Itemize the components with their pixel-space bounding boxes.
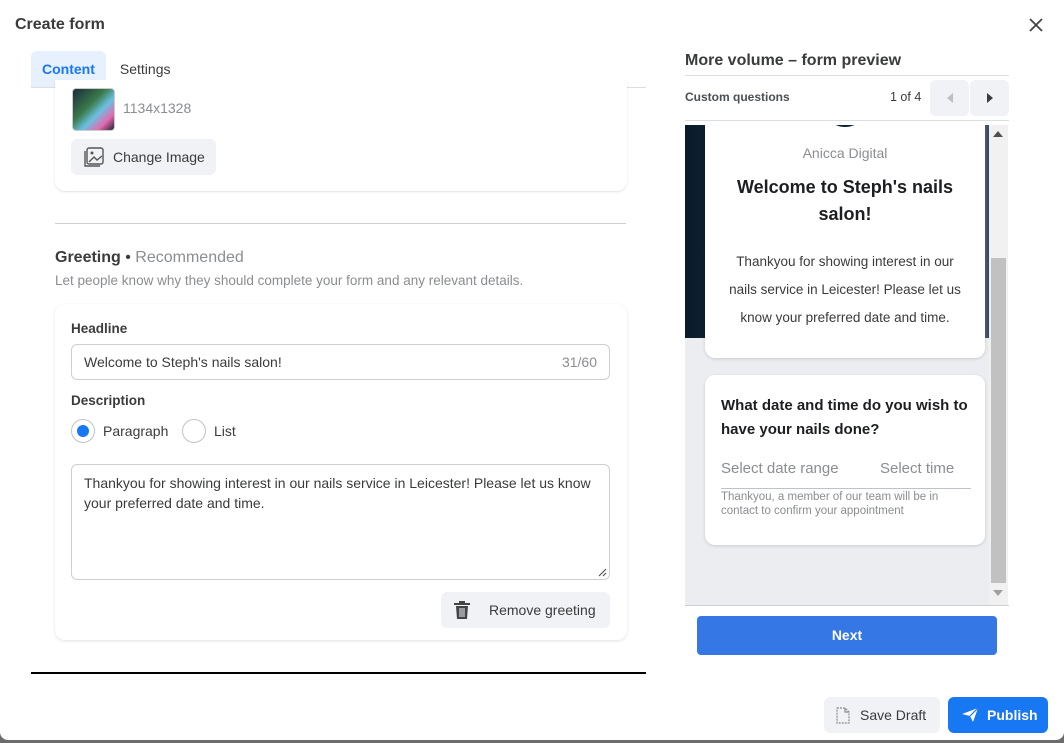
radio-circle-selected: [71, 419, 95, 443]
preview-title: More volume – form preview: [685, 52, 902, 69]
scroll-up-arrow-icon[interactable]: [993, 131, 1003, 137]
caret-right-icon: [986, 93, 993, 103]
headline-value: Welcome to Steph's nails salon!: [84, 354, 282, 370]
radio-circle: [182, 419, 206, 443]
greeting-separator: •: [120, 249, 136, 266]
description-textarea[interactable]: Thankyou for showing interest in our nai…: [71, 464, 610, 580]
change-image-label: Change Image: [113, 149, 205, 165]
section-divider: [55, 223, 626, 224]
trash-icon: [454, 601, 470, 619]
save-draft-label: Save Draft: [860, 707, 927, 723]
publish-button[interactable]: Publish: [948, 697, 1048, 733]
radio-paragraph[interactable]: Paragraph: [71, 419, 168, 443]
dialog-title: Create form: [15, 16, 105, 33]
publish-label: Publish: [987, 707, 1038, 723]
field-underline: [721, 488, 971, 489]
preview-description: Thankyou for showing interest in our nai…: [729, 254, 961, 325]
create-form-dialog: Create form Content Settings 1134x1328 C…: [0, 0, 1064, 740]
preview-divider: [685, 605, 1009, 606]
preview-question: What date and time do you wish to have y…: [721, 397, 968, 438]
resize-handle-icon[interactable]: [597, 567, 607, 577]
greeting-heading: Greeting • Recommended: [55, 249, 244, 267]
preview-brand-name: Anicca Digital: [802, 145, 888, 161]
remove-greeting-button[interactable]: Remove greeting: [441, 592, 610, 628]
headline-char-counter: 31/60: [561, 354, 597, 370]
preview-headline: Welcome to Steph's nails salon!: [737, 177, 953, 224]
recommended-tag: Recommended: [135, 249, 244, 266]
preview-page-indicator: 1 of 4: [890, 90, 922, 104]
content-bottom-border: [31, 672, 646, 674]
preview-prev-button[interactable]: [930, 80, 969, 116]
headline-input[interactable]: Welcome to Steph's nails salon! 31/60: [71, 344, 610, 380]
description-label: Description: [71, 393, 146, 408]
headline-label: Headline: [71, 321, 128, 336]
preview-note: Thankyou, a member of our team will be i…: [721, 491, 939, 517]
date-range-select[interactable]: Select date range: [721, 460, 839, 477]
radio-list[interactable]: List: [182, 419, 236, 443]
preview-divider: [685, 120, 1009, 121]
preview-question-card: What date and time do you wish to have y…: [705, 375, 985, 545]
radio-list-label: List: [214, 423, 236, 439]
paper-plane-icon: [962, 707, 979, 722]
preview-greeting-card: Anicca Digital Welcome to Steph's nails …: [705, 125, 985, 358]
preview-scrollbar[interactable]: [989, 125, 1008, 605]
time-select[interactable]: Select time: [880, 460, 954, 477]
preview-viewport: Anicca Digital Welcome to Steph's nails …: [685, 125, 989, 605]
image-thumbnail: [72, 88, 115, 131]
preview-next-button[interactable]: Next: [697, 616, 997, 655]
close-button[interactable]: [1026, 15, 1046, 35]
scroll-down-arrow-icon[interactable]: [993, 590, 1003, 596]
preview-next-page-button[interactable]: [970, 80, 1009, 116]
greeting-title: Greeting: [55, 249, 121, 266]
preview-section-label: Custom questions: [685, 90, 790, 104]
change-image-button[interactable]: Change Image: [71, 139, 216, 175]
greeting-subtitle: Let people know why they should complete…: [55, 273, 524, 288]
image-icon: [84, 147, 104, 167]
preview-divider: [685, 75, 1009, 76]
remove-greeting-label: Remove greeting: [489, 602, 596, 618]
close-icon: [1029, 18, 1043, 32]
save-draft-button[interactable]: Save Draft: [824, 697, 940, 733]
document-icon: [836, 706, 850, 724]
caret-left-icon: [946, 93, 953, 103]
image-dimensions: 1134x1328: [123, 100, 192, 116]
brand-avatar: [822, 125, 868, 127]
radio-paragraph-label: Paragraph: [103, 423, 169, 439]
description-value: Thankyou for showing interest in our nai…: [84, 475, 591, 511]
scrollbar-thumb[interactable]: [991, 258, 1006, 583]
